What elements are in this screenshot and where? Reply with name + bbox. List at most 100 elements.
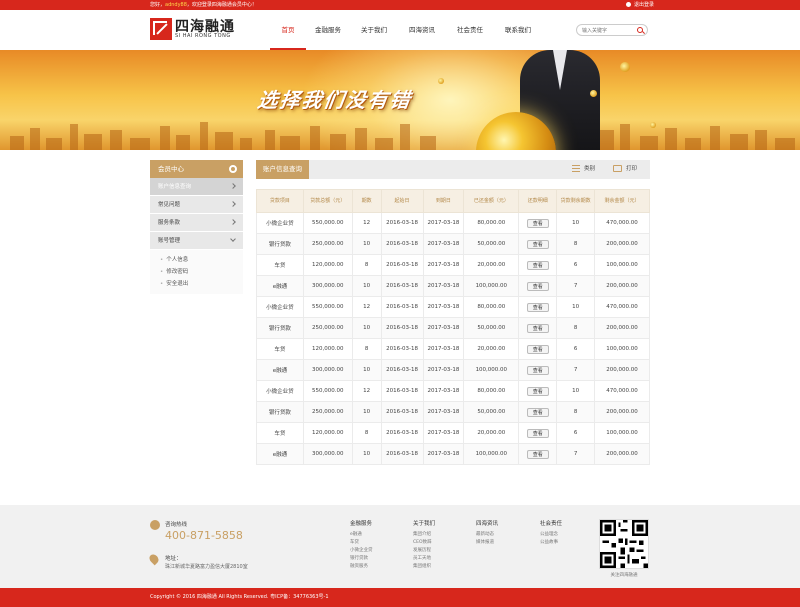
username[interactable]: adndy88 bbox=[165, 2, 187, 8]
location-pin-icon bbox=[147, 552, 161, 566]
copyright-bar: Copyright © 2016 四海融通 All Rights Reserve… bbox=[0, 588, 800, 607]
table-cell: 100,000.00 bbox=[463, 443, 520, 465]
footer-col-responsibility: 社会责任 公益理念 公益故事 bbox=[540, 521, 563, 547]
table-cell: 查看 bbox=[518, 296, 558, 318]
search-icon[interactable] bbox=[637, 27, 643, 33]
nav-about[interactable]: 关于我们 bbox=[356, 10, 392, 50]
footer-col-financial: 金融服务 e融通 车贷 小微企业贷 银行贷款 融资服务 bbox=[350, 521, 373, 571]
qr-caption: 关注四海融通 bbox=[610, 573, 638, 578]
table-cell: 7 bbox=[556, 275, 596, 297]
table-cell: e融通 bbox=[256, 275, 304, 297]
table-cell: 查看 bbox=[518, 317, 558, 339]
table-cell: 查看 bbox=[518, 275, 558, 297]
table-cell: 10 bbox=[351, 275, 382, 297]
table-cell: 12 bbox=[351, 212, 382, 234]
footer-link[interactable]: 媒体报道 bbox=[476, 539, 498, 547]
table-row: e融通 300,000.00 10 2016-03-18 2017-03-18 100,0… bbox=[256, 443, 650, 465]
table-cell: 2017-03-18 bbox=[422, 233, 465, 255]
footer-link[interactable]: 发展历程 bbox=[413, 547, 435, 555]
table-cell: 200,000.00 bbox=[594, 317, 650, 339]
footer: 咨询热线 400-871-5858 地址： 珠江新城华夏路富力盈信大厦2810室… bbox=[0, 505, 800, 588]
sidebar-subitem-profile[interactable]: 个人信息 bbox=[160, 254, 243, 266]
coin-icon bbox=[590, 90, 597, 97]
footer-link[interactable]: 员工天地 bbox=[413, 555, 435, 563]
gear-icon[interactable] bbox=[229, 165, 237, 173]
column-header: 还款明细 bbox=[518, 189, 558, 213]
footer-link[interactable]: 最新动态 bbox=[476, 531, 498, 539]
search-input[interactable] bbox=[582, 26, 636, 35]
table-cell: 7 bbox=[556, 359, 596, 381]
sidebar-subitem-logout[interactable]: 安全退出 bbox=[160, 278, 243, 290]
footer-link[interactable]: 小微企业贷 bbox=[350, 547, 373, 555]
table-cell: 200,000.00 bbox=[594, 275, 650, 297]
sidebar-item-account-info[interactable]: 账户信息查询 bbox=[150, 178, 243, 196]
table-cell: 20,000.00 bbox=[463, 422, 520, 444]
sidebar-subitem-change-password[interactable]: 修改密码 bbox=[160, 266, 243, 278]
table-row: 银行贷款 250,000.00 10 2016-03-18 2017-03-18 50,0… bbox=[256, 317, 650, 339]
list-icon bbox=[572, 165, 580, 172]
table-cell: 2016-03-18 bbox=[380, 401, 424, 423]
table-cell: 250,000.00 bbox=[302, 317, 353, 339]
tab-account-info[interactable]: 账户信息查询 bbox=[256, 160, 309, 179]
nav-financial-services[interactable]: 金融服务 bbox=[310, 10, 346, 50]
footer-link[interactable]: 银行贷款 bbox=[350, 555, 373, 563]
table-cell: 200,000.00 bbox=[594, 233, 650, 255]
table-cell: 2017-03-18 bbox=[422, 296, 465, 318]
table-cell: 200,000.00 bbox=[594, 359, 650, 381]
main-content: 账户信息查询 类别 打印 贷款项目 贷款总额（元） 期数 起始日 到期日 已还金额（元）还… bbox=[256, 160, 650, 465]
view-details-button[interactable]: 查看 bbox=[526, 344, 549, 354]
footer-link[interactable]: CEO致辞 bbox=[413, 539, 435, 547]
table-cell: 550,000.00 bbox=[302, 380, 353, 402]
view-details-button[interactable]: 查看 bbox=[526, 302, 549, 312]
city-skyline bbox=[0, 120, 800, 150]
column-header: 起始日 bbox=[380, 189, 424, 213]
footer-link[interactable]: 集团介绍 bbox=[413, 531, 435, 539]
footer-link[interactable]: 公益理念 bbox=[540, 531, 562, 539]
table-row: 银行贷款 250,000.00 10 2016-03-18 2017-03-18 50,0… bbox=[256, 233, 650, 255]
nav-home[interactable]: 首页 bbox=[270, 10, 306, 50]
logo[interactable]: 四海融通 SI HAI RONG TONG bbox=[150, 18, 240, 44]
view-details-button[interactable]: 查看 bbox=[526, 407, 549, 417]
footer-col-about: 关于我们 集团介绍 CEO致辞 发展历程 员工天地 集团组织 bbox=[413, 521, 436, 571]
table-cell: 10 bbox=[351, 401, 382, 423]
view-details-button[interactable]: 查看 bbox=[526, 281, 549, 291]
view-details-button[interactable]: 查看 bbox=[526, 323, 549, 333]
table-cell: 100,000.00 bbox=[463, 275, 520, 297]
sidebar-item-faq[interactable]: 常见问题 bbox=[150, 196, 243, 214]
view-details-button[interactable]: 查看 bbox=[526, 365, 549, 375]
table-cell: 2016-03-18 bbox=[380, 443, 424, 465]
print-button[interactable]: 打印 bbox=[613, 160, 637, 179]
table-cell: 120,000.00 bbox=[302, 338, 353, 360]
column-header: 已还金额（元） bbox=[463, 189, 520, 213]
footer-link[interactable]: 集团组织 bbox=[413, 563, 435, 571]
table-row: e融通 300,000.00 10 2016-03-18 2017-03-18 100,0… bbox=[256, 275, 650, 297]
table-cell: 查看 bbox=[518, 212, 558, 234]
view-details-button[interactable]: 查看 bbox=[526, 260, 549, 270]
sidebar-item-account-management[interactable]: 账号管理 bbox=[150, 232, 243, 250]
nav-contact[interactable]: 联系我们 bbox=[500, 10, 536, 50]
footer-link[interactable]: e融通 bbox=[350, 531, 373, 539]
view-details-button[interactable]: 查看 bbox=[526, 386, 549, 396]
view-details-button[interactable]: 查看 bbox=[526, 449, 549, 459]
category-button[interactable]: 类别 bbox=[572, 160, 595, 179]
footer-link[interactable]: 车贷 bbox=[350, 539, 373, 547]
column-header: 期数 bbox=[351, 189, 382, 213]
sidebar-item-terms[interactable]: 服务条款 bbox=[150, 214, 243, 232]
table-cell: 50,000.00 bbox=[463, 233, 520, 255]
view-details-button[interactable]: 查看 bbox=[526, 239, 549, 249]
view-details-button[interactable]: 查看 bbox=[526, 428, 549, 438]
table-cell: 10 bbox=[351, 233, 382, 255]
logout-link[interactable]: 退出登录 bbox=[626, 0, 654, 10]
table-cell: 250,000.00 bbox=[302, 233, 353, 255]
table-cell: 8 bbox=[556, 401, 596, 423]
nav-news[interactable]: 四海资讯 bbox=[404, 10, 440, 50]
hotline-label: 咨询热线 bbox=[165, 522, 188, 528]
banner-slogan: 选择我们没有错 bbox=[256, 88, 414, 112]
nav-social-responsibility[interactable]: 社会责任 bbox=[452, 10, 488, 50]
table-cell: 8 bbox=[556, 317, 596, 339]
footer-link[interactable]: 融资服务 bbox=[350, 563, 373, 571]
footer-link[interactable]: 公益故事 bbox=[540, 539, 562, 547]
table-cell: 2017-03-18 bbox=[422, 380, 465, 402]
view-details-button[interactable]: 查看 bbox=[526, 218, 549, 228]
table-cell: 100,000.00 bbox=[594, 254, 650, 276]
